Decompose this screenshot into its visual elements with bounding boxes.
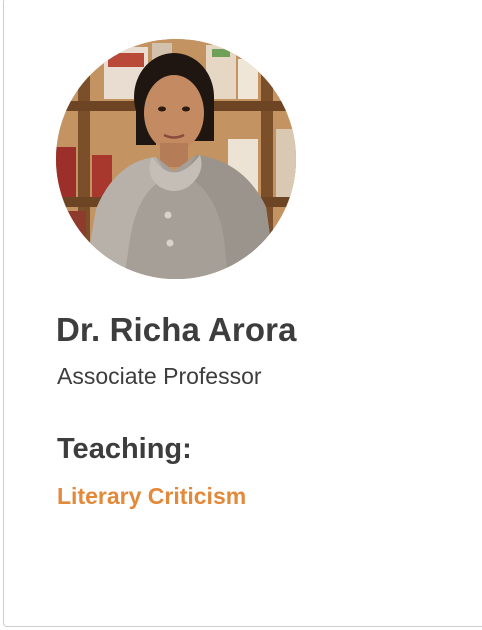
teaching-heading: Teaching: [57, 433, 192, 465]
faculty-designation: Associate Professor [57, 363, 262, 389]
portrait-photo-icon [56, 39, 296, 279]
teaching-subject: Literary Criticism [57, 483, 247, 509]
faculty-profile-card: Dr. Richa Arora Associate Professor Teac… [3, 0, 482, 627]
faculty-name: Dr. Richa Arora [56, 311, 297, 348]
profile-photo [56, 39, 296, 279]
